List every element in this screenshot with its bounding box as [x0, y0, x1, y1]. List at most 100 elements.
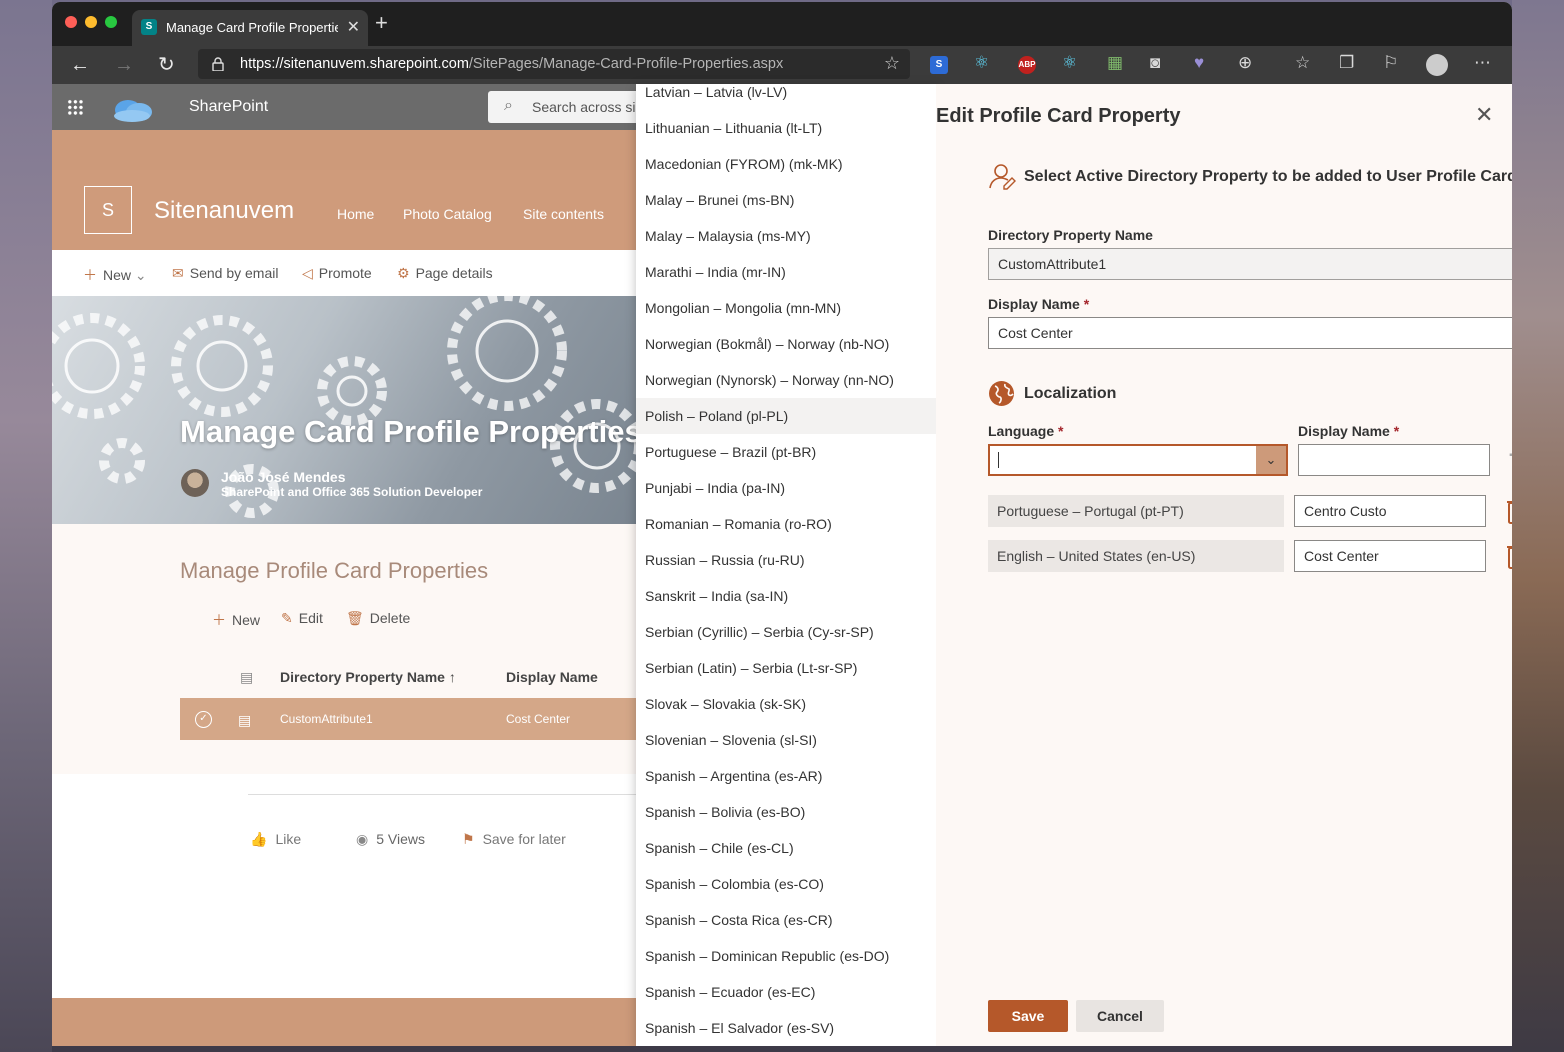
search-box[interactable]: ⌕ Search across si [488, 91, 648, 123]
file-type-header-icon[interactable]: ▤ [240, 669, 253, 686]
new-command[interactable]: ＋ New ⌄ [83, 265, 147, 285]
address-toolbar: ← → ↻ https://sitenanuvem.sharepoint.com… [52, 46, 1512, 84]
list-new-button[interactable]: ＋ New [212, 610, 260, 630]
maximize-window-button[interactable] [105, 16, 117, 28]
cancel-button[interactable]: Cancel [1076, 1000, 1164, 1032]
language-option[interactable]: Russian – Russia (ru-RU) [636, 542, 936, 578]
language-option[interactable]: Spanish – El Salvador (es-SV) [636, 1010, 936, 1046]
save-button[interactable]: Save [988, 1000, 1068, 1032]
shield-extension-icon[interactable]: ♥ [1194, 53, 1204, 73]
loc-display-input[interactable]: Centro Custo [1294, 495, 1486, 527]
profile-avatar-icon[interactable] [1426, 54, 1448, 76]
table-row[interactable]: ✓ ▤ CustomAttribute1 Cost Center [180, 698, 636, 740]
language-option[interactable]: Polish – Poland (pl-PL) [636, 398, 936, 434]
site-title[interactable]: Sitenanuvem [154, 197, 294, 225]
address-bar[interactable]: https://sitenanuvem.sharepoint.com/SiteP… [198, 49, 910, 79]
close-icon[interactable]: ✕ [1475, 104, 1493, 126]
add-localization-icon[interactable]: + [1508, 438, 1512, 472]
app-launcher-icon[interactable] [67, 99, 83, 115]
page-details-command[interactable]: ⚙ Page details [397, 265, 493, 282]
language-option[interactable]: Spanish – Costa Rica (es-CR) [636, 902, 936, 938]
language-option[interactable]: Macedonian (FYROM) (mk-MK) [636, 146, 936, 182]
nav-site-contents[interactable]: Site contents [523, 206, 604, 222]
browser-tab[interactable]: S Manage Card Profile Properties ✕ [132, 10, 368, 46]
language-option[interactable]: Punjabi – India (pa-IN) [636, 470, 936, 506]
suite-app-name[interactable]: SharePoint [189, 98, 268, 116]
language-option[interactable]: Latvian – Latvia (lv-LV) [636, 84, 936, 110]
gear-icon: ⚙ [397, 265, 410, 281]
language-option[interactable]: Slovak – Slovakia (sk-SK) [636, 686, 936, 722]
minimize-window-button[interactable] [85, 16, 97, 28]
language-option[interactable]: Malay – Malaysia (ms-MY) [636, 218, 936, 254]
feedback-icon[interactable]: ⚐ [1383, 53, 1398, 73]
list-edit-label: Edit [298, 610, 323, 626]
back-icon[interactable]: ← [70, 53, 90, 77]
author-role: SharePoint and Office 365 Solution Devel… [221, 485, 483, 499]
camera-icon[interactable]: ◙ [1150, 53, 1160, 73]
language-option[interactable]: Spanish – Chile (es-CL) [636, 830, 936, 866]
language-option[interactable]: Spanish – Bolivia (es-BO) [636, 794, 936, 830]
list-webpart: Manage Profile Card Properties ＋ New ✎ Edi… [52, 524, 636, 774]
loc-display-name-input[interactable] [1298, 444, 1490, 476]
language-option[interactable]: Spanish – Colombia (es-CO) [636, 866, 936, 902]
react-icon[interactable]: ⚛ [1062, 53, 1077, 73]
tab-close-icon[interactable]: ✕ [347, 17, 360, 37]
language-option[interactable]: Lithuanian – Lithuania (lt-LT) [636, 110, 936, 146]
like-button[interactable]: 👍 Like [250, 831, 301, 848]
plus-icon: ＋ [83, 267, 97, 283]
language-option[interactable]: Marathi – India (mr-IN) [636, 254, 936, 290]
cell-property-name: CustomAttribute1 [280, 712, 373, 726]
favorite-star-icon[interactable]: ☆ [884, 53, 900, 74]
list-delete-button[interactable]: 🗑 Delete [346, 610, 410, 627]
directory-property-field[interactable]: CustomAttribute1 [988, 248, 1512, 280]
download-icon[interactable]: ⊕ [1238, 53, 1252, 73]
forward-icon[interactable]: → [114, 53, 134, 77]
site-logo[interactable]: S [84, 186, 132, 234]
close-window-button[interactable] [65, 16, 77, 28]
chevron-down-icon[interactable]: ⌄ [1256, 446, 1286, 474]
send-by-email-command[interactable]: ✉ Send by email [172, 265, 278, 282]
language-option[interactable]: Sanskrit – India (sa-IN) [636, 578, 936, 614]
refresh-icon[interactable]: ↻ [158, 53, 175, 77]
column-header-property-name[interactable]: Directory Property Name ↑ [280, 669, 456, 685]
plus-icon: ＋ [212, 612, 226, 628]
language-option[interactable]: Portuguese – Brazil (pt-BR) [636, 434, 936, 470]
author-name[interactable]: João José Mendes [221, 469, 346, 485]
column-header-display-name[interactable]: Display Name [506, 669, 598, 685]
language-option[interactable]: Norwegian (Nynorsk) – Norway (nn-NO) [636, 362, 936, 398]
language-option[interactable]: Mongolian – Mongolia (mn-MN) [636, 290, 936, 326]
url-text: https://sitenanuvem.sharepoint.com/SiteP… [240, 56, 783, 72]
url-host: https://sitenanuvem.sharepoint.com [240, 56, 469, 72]
language-option[interactable]: Serbian (Latin) – Serbia (Lt-sr-SP) [636, 650, 936, 686]
adblock-icon[interactable]: ABP [1018, 56, 1036, 74]
language-option[interactable]: Spanish – Argentina (es-AR) [636, 758, 936, 794]
author-avatar[interactable] [181, 469, 209, 497]
new-tab-icon[interactable]: + [375, 12, 388, 34]
list-edit-button[interactable]: ✎ Edit [281, 610, 323, 627]
language-option[interactable]: Spanish – Dominican Republic (es-DO) [636, 938, 936, 974]
extension-s-icon[interactable]: S [930, 56, 948, 74]
grid-extension-icon[interactable]: ▦ [1107, 53, 1123, 73]
delete-trash-icon[interactable] [1506, 543, 1512, 569]
nav-photo-catalog[interactable]: Photo Catalog [403, 206, 492, 222]
more-menu-icon[interactable]: ⋯ [1474, 53, 1491, 73]
favorites-icon[interactable]: ☆ [1295, 53, 1310, 73]
language-option[interactable]: Romanian – Romania (ro-RO) [636, 506, 936, 542]
react-devtools-icon[interactable]: ⚛ [974, 53, 989, 73]
promote-command[interactable]: ◁ Promote [302, 265, 372, 282]
language-option[interactable]: Spanish – Ecuador (es-EC) [636, 974, 936, 1010]
nav-home[interactable]: Home [337, 206, 374, 222]
row-checkmark-icon[interactable]: ✓ [195, 711, 212, 728]
language-combobox[interactable]: ⌄ [988, 444, 1288, 476]
language-option[interactable]: Slovenian – Slovenia (sl-SI) [636, 722, 936, 758]
language-option[interactable]: Norwegian (Bokmål) – Norway (nb-NO) [636, 326, 936, 362]
collections-icon[interactable]: ❐ [1339, 53, 1354, 73]
language-option[interactable]: Serbian (Cyrillic) – Serbia (Cy-sr-SP) [636, 614, 936, 650]
save-for-later-button[interactable]: ⚑ Save for later [462, 831, 566, 848]
language-option[interactable]: Malay – Brunei (ms-BN) [636, 182, 936, 218]
delete-trash-icon[interactable] [1506, 498, 1512, 524]
loc-display-input[interactable]: Cost Center [1294, 540, 1486, 572]
language-label: Language * [988, 423, 1063, 439]
edit-panel: Edit Profile Card Property ✕ Select Acti… [936, 84, 1512, 1046]
display-name-field[interactable]: Cost Center [988, 317, 1512, 349]
